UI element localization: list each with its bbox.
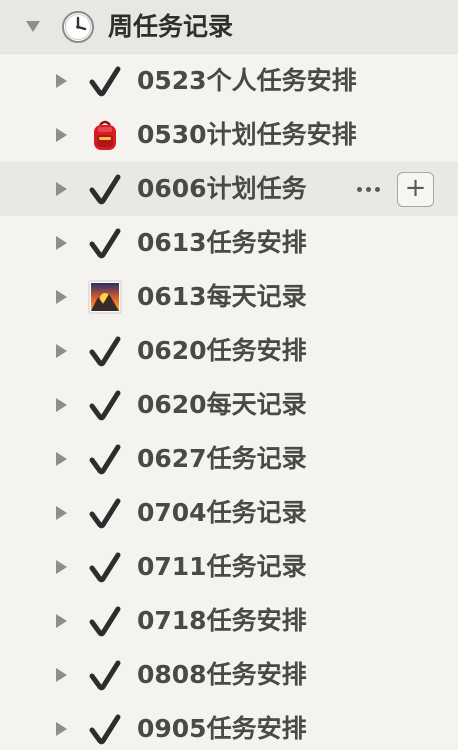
checkmark-icon xyxy=(88,334,122,368)
expand-toggle-icon[interactable] xyxy=(56,74,67,88)
tree-item-label: 0620每天记录 xyxy=(137,390,307,419)
tree-item[interactable]: 0627任务记录 xyxy=(0,432,458,486)
tree-item-label: 0613任务安排 xyxy=(137,228,307,257)
ellipsis-icon xyxy=(356,186,362,192)
tree-item-label: 周任务记录 xyxy=(108,12,234,41)
tree-item-label: 0620任务安排 xyxy=(137,336,307,365)
checkmark-icon xyxy=(88,172,122,206)
tree-item-label: 0808任务安排 xyxy=(137,660,307,689)
checkmark-icon xyxy=(88,226,122,260)
page-tree: 周任务记录 0523个人任务安排 0530计划任务安排 0606计划任务 + 0… xyxy=(0,0,458,750)
expand-toggle-icon[interactable] xyxy=(56,722,67,736)
expand-toggle-icon[interactable] xyxy=(56,236,67,250)
more-options-button[interactable] xyxy=(351,178,385,200)
tree-item[interactable]: 0905任务安排 xyxy=(0,702,458,750)
expand-toggle-icon[interactable] xyxy=(56,290,67,304)
tree-item[interactable]: 0620任务安排 xyxy=(0,324,458,378)
tree-item-label: 0613每天记录 xyxy=(137,282,307,311)
expand-toggle-icon[interactable] xyxy=(56,506,67,520)
tree-item[interactable]: 0711任务记录 xyxy=(0,540,458,594)
tree-item-label: 0704任务记录 xyxy=(137,498,307,527)
checkmark-icon xyxy=(88,442,122,476)
tree-item-label: 0530计划任务安排 xyxy=(137,120,357,149)
tree-item[interactable]: 0718任务安排 xyxy=(0,594,458,648)
expand-toggle-icon[interactable] xyxy=(56,128,67,142)
expand-toggle-icon[interactable] xyxy=(56,614,67,628)
tree-item[interactable]: 0613每天记录 xyxy=(0,270,458,324)
tree-item-label: 0711任务记录 xyxy=(137,552,307,581)
expand-toggle-icon[interactable] xyxy=(56,398,67,412)
tree-item-weekly-task-record[interactable]: 周任务记录 xyxy=(0,0,458,54)
tree-item[interactable]: 0808任务安排 xyxy=(0,648,458,702)
tree-item[interactable]: 0620每天记录 xyxy=(0,378,458,432)
checkmark-icon xyxy=(88,496,122,530)
tree-item[interactable]: 0606计划任务 xyxy=(0,162,458,216)
clock-icon xyxy=(61,10,95,44)
expand-toggle-icon[interactable] xyxy=(56,668,67,682)
checkmark-icon xyxy=(88,604,122,638)
expand-toggle-icon[interactable] xyxy=(56,560,67,574)
tree-item-label: 0718任务安排 xyxy=(137,606,307,635)
expand-toggle-icon[interactable] xyxy=(56,182,67,196)
checkmark-icon xyxy=(88,388,122,422)
backpack-icon xyxy=(88,118,122,152)
tree-item-label: 0627任务记录 xyxy=(137,444,307,473)
tree-item[interactable]: 0523个人任务安排 xyxy=(0,54,458,108)
checkmark-icon xyxy=(88,64,122,98)
tree-item[interactable]: 0530计划任务安排 xyxy=(0,108,458,162)
expand-toggle-icon[interactable] xyxy=(56,452,67,466)
tree-item[interactable]: 0613任务安排 xyxy=(0,216,458,270)
sunrise-mountain-icon xyxy=(88,280,122,314)
checkmark-icon xyxy=(88,712,122,746)
checkmark-icon xyxy=(88,658,122,692)
tree-item-label: 0905任务安排 xyxy=(137,714,307,743)
tree-item-label: 0606计划任务 xyxy=(137,174,307,203)
add-subpage-button[interactable]: + xyxy=(397,172,434,207)
tree-item[interactable]: 0704任务记录 xyxy=(0,486,458,540)
collapse-toggle-icon[interactable] xyxy=(26,21,40,32)
checkmark-icon xyxy=(88,550,122,584)
tree-item-label: 0523个人任务安排 xyxy=(137,66,357,95)
expand-toggle-icon[interactable] xyxy=(56,344,67,358)
